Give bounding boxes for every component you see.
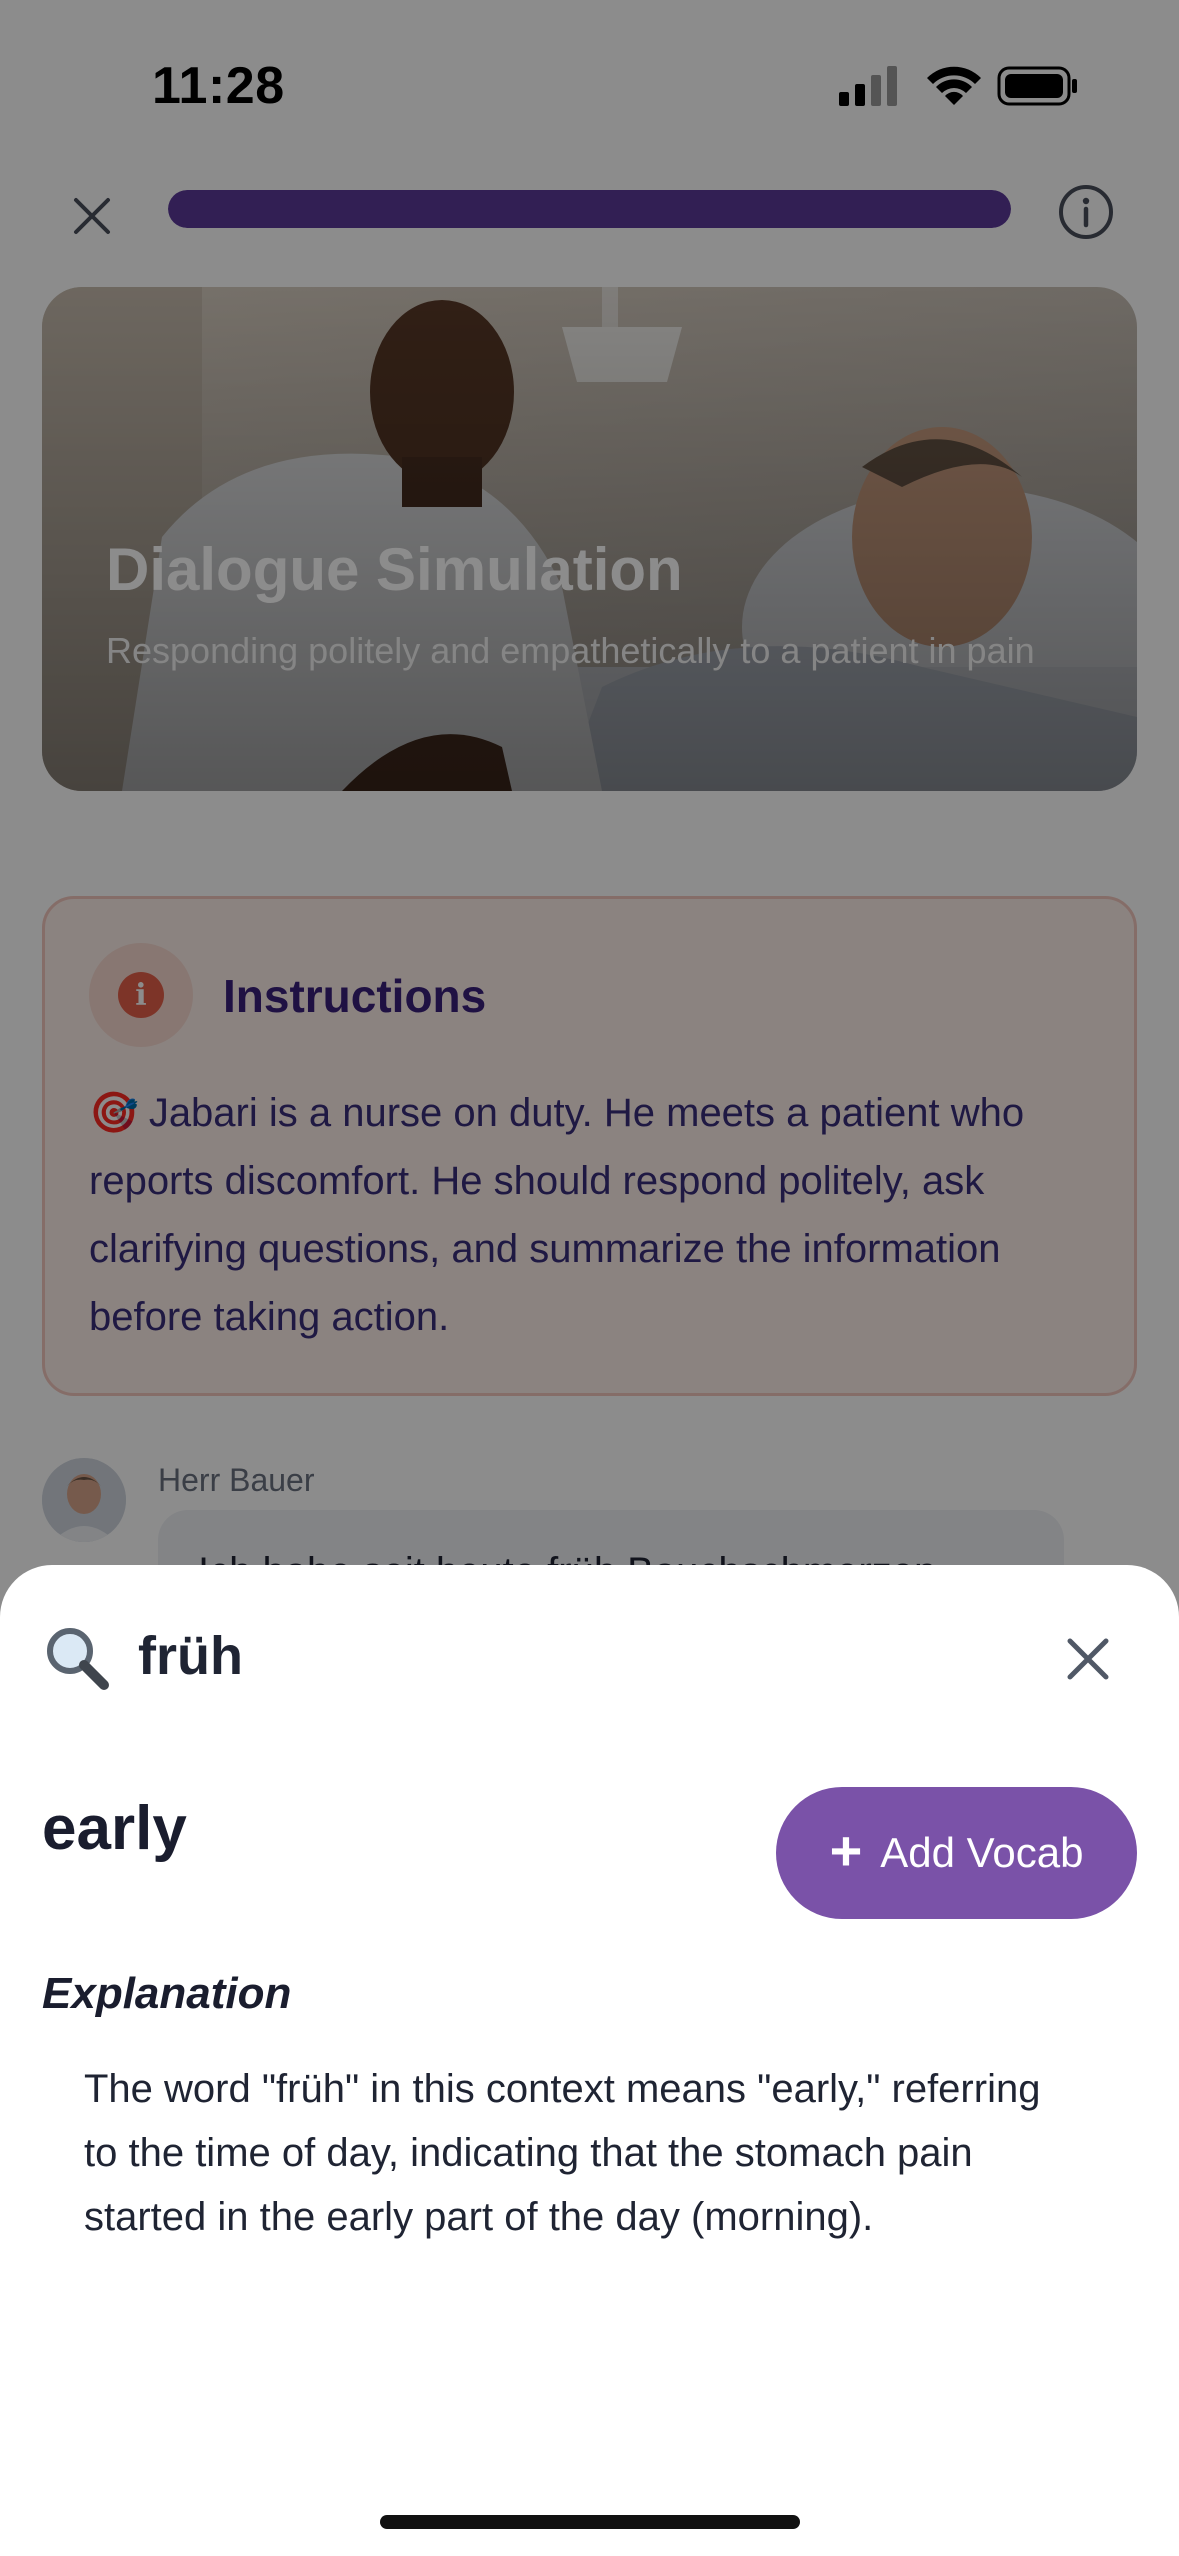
lookup-word: früh <box>138 1626 243 1686</box>
close-icon <box>1067 1638 1109 1680</box>
add-vocab-button[interactable]: + Add Vocab <box>776 1787 1137 1919</box>
explanation-text: The word "früh" in this context means "e… <box>84 2067 1041 2239</box>
plus-icon: + <box>829 1819 863 1882</box>
close-sheet-button[interactable] <box>1060 1631 1116 1687</box>
word-lookup-sheet: früh early + Add Vocab Explanation The w… <box>0 1565 1179 2556</box>
explanation-heading: Explanation <box>42 1969 292 2018</box>
search-icon <box>47 1628 109 1690</box>
add-vocab-label: Add Vocab <box>880 1829 1084 1876</box>
lookup-translation: early <box>42 1794 187 1863</box>
home-indicator[interactable] <box>380 2515 800 2529</box>
